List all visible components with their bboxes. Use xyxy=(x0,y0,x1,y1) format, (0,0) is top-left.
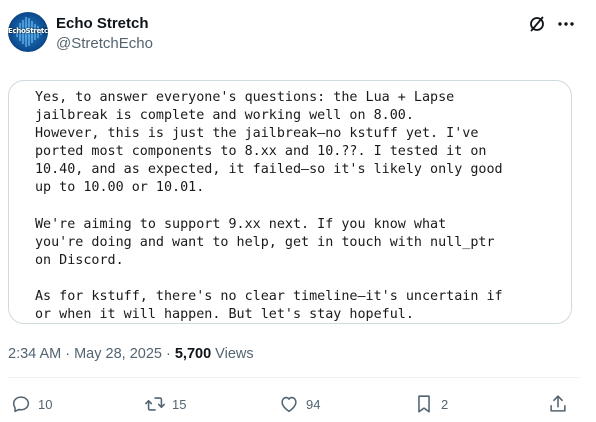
post-date[interactable]: May 28, 2025 xyxy=(74,346,162,362)
like-button[interactable]: 94 xyxy=(278,392,320,416)
tweet-header: EchoStretch Echo Stretch @StretchEcho xyxy=(8,12,588,56)
repost-icon xyxy=(145,397,165,411)
bookmark-count: 2 xyxy=(441,396,449,412)
avatar[interactable]: EchoStretch xyxy=(8,12,48,52)
post-time[interactable]: 2:34 AM xyxy=(8,346,61,362)
meta-separator: · xyxy=(161,346,175,362)
heart-icon xyxy=(281,396,297,413)
post-meta: 2:34 AM · May 28, 2025 · 5,700 Views xyxy=(8,345,254,363)
repost-button[interactable]: 15 xyxy=(144,392,186,416)
reply-count: 10 xyxy=(38,396,53,412)
reply-button[interactable]: 10 xyxy=(10,392,52,416)
like-count: 94 xyxy=(306,396,321,412)
author-names: Echo Stretch @StretchEcho xyxy=(56,14,153,54)
reply-icon xyxy=(12,396,30,413)
author-handle[interactable]: @StretchEcho xyxy=(56,34,153,54)
views-count: 5,700 xyxy=(174,346,212,362)
author-display-name[interactable]: Echo Stretch xyxy=(56,14,153,34)
post-image[interactable]: Yes, to answer everyone's questions: the… xyxy=(8,80,572,324)
divider xyxy=(8,377,580,378)
more-horizontal-icon[interactable] xyxy=(556,14,576,34)
tweet: EchoStretch Echo Stretch @StretchEcho Ye… xyxy=(0,0,596,422)
bookmark-icon xyxy=(418,395,430,413)
share-button[interactable] xyxy=(547,392,569,416)
repost-count: 15 xyxy=(172,396,187,412)
bookmark-button[interactable]: 2 xyxy=(413,392,448,416)
meta-separator: · xyxy=(61,346,75,362)
grok-slash-circle-icon[interactable] xyxy=(527,14,547,34)
avatar-logo-text: EchoStretch xyxy=(8,27,48,35)
post-image-text: Yes, to answer everyone's questions: the… xyxy=(35,90,503,323)
action-bar: 10 15 94 2 xyxy=(8,392,580,416)
views-label: Views xyxy=(211,346,254,362)
share-icon xyxy=(550,395,566,412)
